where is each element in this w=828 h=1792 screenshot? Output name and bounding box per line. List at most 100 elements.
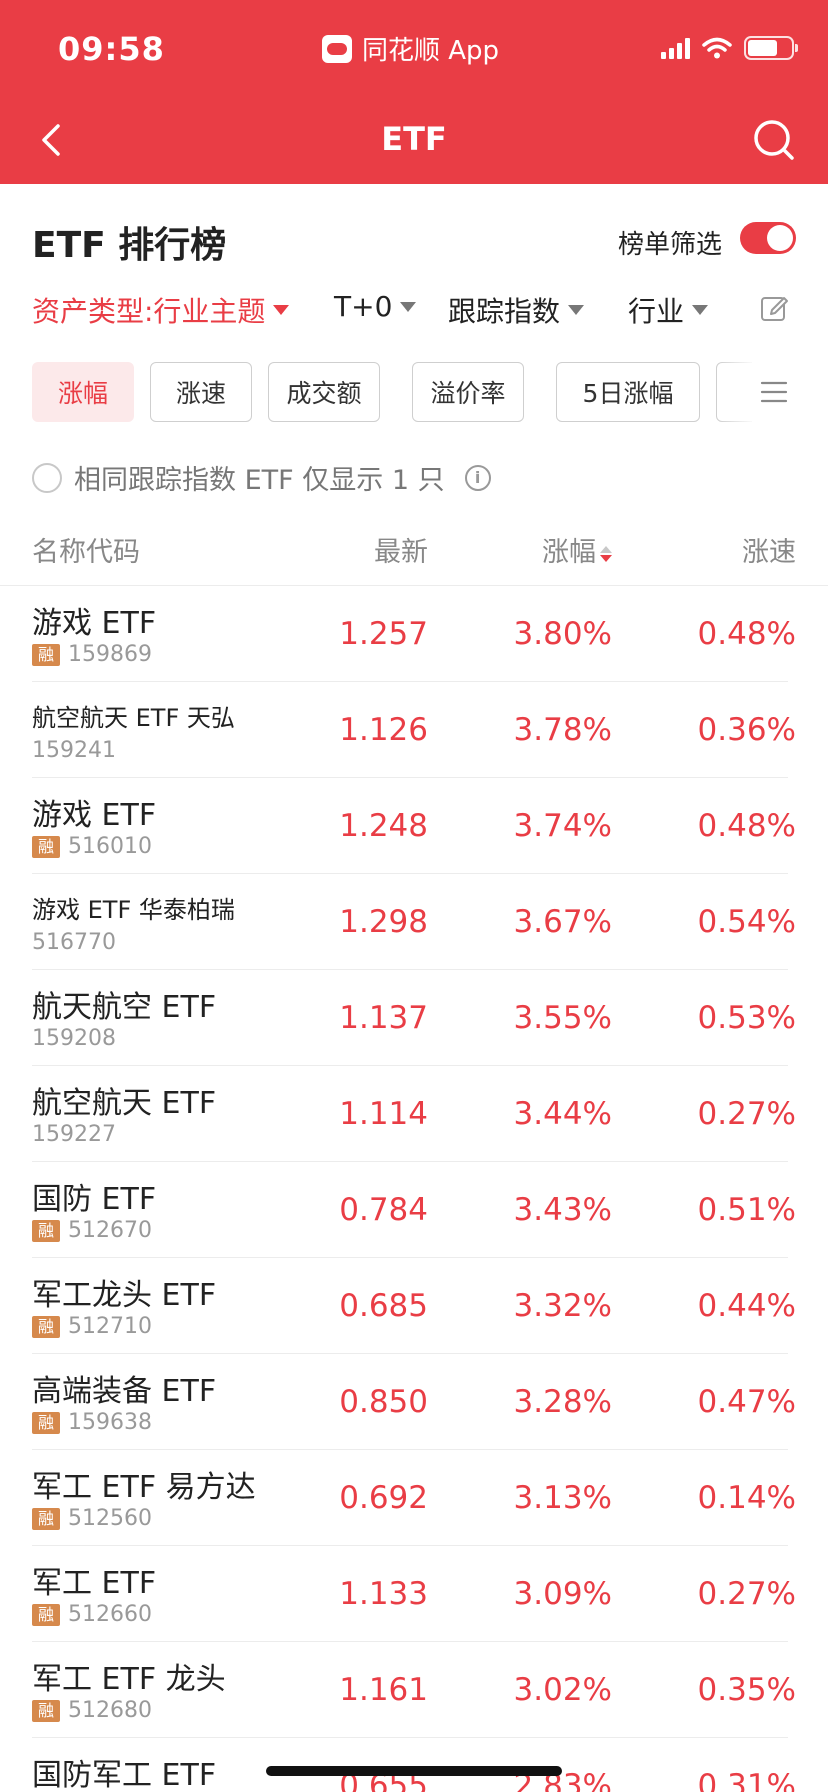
table-row[interactable]: 游戏 ETF 华泰柏瑞 516770 1.298 3.67% 0.54%: [0, 874, 828, 970]
table-row[interactable]: 高端装备 ETF 融 159638 0.850 3.28% 0.47%: [0, 1354, 828, 1450]
etf-name: 航天航空 ETF: [32, 990, 217, 1025]
signal-icon: [661, 37, 690, 59]
filter-industry[interactable]: 行业: [628, 290, 709, 330]
page-title: ETF: [381, 120, 447, 158]
chip-5day-change[interactable]: 5日涨幅: [556, 362, 700, 422]
etf-list: 游戏 ETF 融 159869 1.257 3.80% 0.48% 航空航天 ETF 天弘 1…: [0, 586, 828, 1792]
change-percent: 3.44%: [513, 1096, 612, 1132]
status-app-name: 同花顺 App: [362, 36, 500, 66]
margin-badge: 融: [32, 643, 60, 666]
latest-price: 0.784: [339, 1192, 428, 1228]
edit-icon[interactable]: [758, 292, 790, 324]
menu-icon[interactable]: [760, 378, 788, 406]
etf-name: 军工 ETF 易方达: [32, 1470, 256, 1505]
filter-label: T+0: [334, 290, 393, 323]
header-speed[interactable]: 涨速: [742, 530, 796, 569]
etf-code-line: 融 159869: [32, 642, 152, 667]
ranking-title: ETF 排行榜: [32, 225, 227, 266]
etf-name: 国防军工 ETF: [32, 1758, 217, 1792]
filter-label: 跟踪指数: [448, 295, 561, 328]
etf-code-line: 融 512670: [32, 1218, 152, 1243]
latest-price: 1.137: [339, 1000, 428, 1036]
sort-chips: 涨幅 涨速 成交额 溢价率 5日涨幅: [32, 362, 752, 422]
filter-label: 资产类型:行业主题: [32, 295, 266, 328]
chip-turnover[interactable]: 成交额: [268, 362, 380, 422]
dedupe-option[interactable]: 相同跟踪指数 ETF 仅显示 1 只 i: [32, 458, 491, 497]
table-row[interactable]: 国防 ETF 融 512670 0.784 3.43% 0.51%: [0, 1162, 828, 1258]
table-row[interactable]: 航空航天 ETF 天弘 159241 1.126 3.78% 0.36%: [0, 682, 828, 778]
etf-code: 512660: [68, 1602, 152, 1627]
chip-premium[interactable]: 溢价率: [412, 362, 524, 422]
etf-name: 军工 ETF: [32, 1566, 157, 1601]
header-price[interactable]: 最新: [374, 530, 428, 569]
battery-icon: [744, 36, 798, 60]
table-row[interactable]: 航空航天 ETF 159227 1.114 3.44% 0.27%: [0, 1066, 828, 1162]
etf-code: 159638: [68, 1410, 152, 1435]
change-percent: 3.32%: [513, 1288, 612, 1324]
caret-down-icon: [692, 305, 709, 315]
change-percent: 3.02%: [513, 1672, 612, 1708]
speed-percent: 0.54%: [697, 904, 796, 940]
margin-badge: 融: [32, 1315, 60, 1338]
margin-badge: 融: [32, 1699, 60, 1722]
margin-badge: 融: [32, 1507, 60, 1530]
header-change[interactable]: 涨幅: [542, 530, 612, 569]
etf-code: 512710: [68, 1314, 152, 1339]
latest-price: 1.298: [339, 904, 428, 940]
filter-toggle[interactable]: [740, 222, 796, 254]
etf-code-line: 159208: [32, 1026, 116, 1051]
change-percent: 3.78%: [513, 712, 612, 748]
table-row[interactable]: 游戏 ETF 融 516010 1.248 3.74% 0.48%: [0, 778, 828, 874]
table-row[interactable]: 军工 ETF 融 512660 1.133 3.09% 0.27%: [0, 1546, 828, 1642]
speed-percent: 0.36%: [697, 712, 796, 748]
wifi-icon: [702, 37, 732, 59]
table-row[interactable]: 航天航空 ETF 159208 1.137 3.55% 0.53%: [0, 970, 828, 1066]
speed-percent: 0.47%: [697, 1384, 796, 1420]
latest-price: 0.850: [339, 1384, 428, 1420]
margin-badge: 融: [32, 1603, 60, 1626]
etf-code: 159869: [68, 642, 152, 667]
etf-name: 高端装备 ETF: [32, 1374, 217, 1409]
change-percent: 3.43%: [513, 1192, 612, 1228]
dedupe-label: 相同跟踪指数 ETF 仅显示 1 只: [74, 465, 445, 496]
dedupe-radio[interactable]: [32, 462, 62, 493]
table-row[interactable]: 军工 ETF 龙头融 512680 1.161 3.02% 0.35%: [0, 1642, 828, 1738]
etf-code: 512680: [68, 1698, 152, 1723]
etf-name: 国防 ETF: [32, 1182, 157, 1217]
filter-tracking-index[interactable]: 跟踪指数: [448, 290, 585, 330]
etf-code-line: 融 512560: [32, 1506, 152, 1531]
home-indicator: [266, 1766, 562, 1776]
chip-change[interactable]: 涨幅: [32, 362, 134, 422]
table-row[interactable]: 国防军工 ETF 0.655 2.83% 0.31%: [0, 1738, 828, 1792]
etf-code: 516770: [32, 930, 116, 955]
caret-down-icon: [273, 305, 290, 315]
latest-price: 1.161: [339, 1672, 428, 1708]
status-app[interactable]: 同花顺 App: [322, 30, 499, 67]
change-percent: 3.67%: [513, 904, 612, 940]
table-row[interactable]: 军工 ETF 易方达融 512560 0.692 3.13% 0.14%: [0, 1450, 828, 1546]
latest-price: 0.692: [339, 1480, 428, 1516]
search-icon[interactable]: [750, 116, 798, 164]
speed-percent: 0.44%: [697, 1288, 796, 1324]
info-icon[interactable]: i: [464, 464, 491, 491]
table-row[interactable]: 军工龙头 ETF 融 512710 0.685 3.32% 0.44%: [0, 1258, 828, 1354]
filter-t0[interactable]: T+0: [334, 290, 417, 323]
etf-name: 游戏 ETF: [32, 606, 157, 641]
filter-bar: 资产类型:行业主题 T+0 跟踪指数 行业: [32, 290, 796, 330]
filter-asset-type[interactable]: 资产类型:行业主题: [32, 290, 290, 330]
latest-price: 1.133: [339, 1576, 428, 1612]
status-time: 09:58: [58, 30, 165, 68]
chip-speed[interactable]: 涨速: [150, 362, 252, 422]
latest-price: 1.257: [339, 616, 428, 652]
table-row[interactable]: 游戏 ETF 融 159869 1.257 3.80% 0.48%: [0, 586, 828, 682]
etf-code: 159241: [32, 738, 116, 763]
etf-code: 159227: [32, 1122, 116, 1147]
header-bar: 09:58 同花顺 App ETF: [0, 0, 828, 184]
etf-code: 159208: [32, 1026, 116, 1051]
latest-price: 1.248: [339, 808, 428, 844]
change-percent: 3.55%: [513, 1000, 612, 1036]
etf-code-line: 159241: [32, 738, 116, 763]
etf-code-line: 516770: [32, 930, 116, 955]
header-name: 名称代码: [32, 537, 140, 568]
caret-down-icon: [568, 305, 585, 315]
